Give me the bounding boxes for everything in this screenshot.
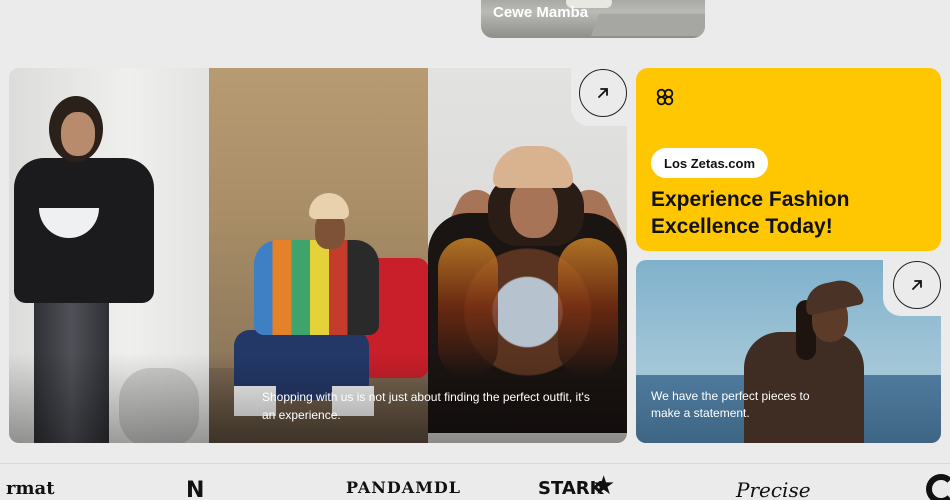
brand-logo-strip: rmat N PANDAMDL STARK ★ Precise — [0, 463, 950, 500]
face-shape — [510, 180, 558, 238]
clover-logo-icon — [656, 88, 674, 106]
turban-shape — [309, 193, 349, 219]
statement-open-button[interactable] — [893, 261, 941, 309]
jacket-shape — [254, 240, 379, 335]
brand-logo-rmat[interactable]: rmat — [6, 478, 55, 499]
collage-open-button[interactable] — [579, 69, 627, 117]
bucket-hat-shape — [493, 146, 573, 188]
brand-logo-pandamdl[interactable]: PANDAMDL — [346, 478, 461, 497]
statement-caption: We have the perfect pieces to make a sta… — [651, 389, 810, 420]
promo-headline: Experience Fashion Excellence Today! — [651, 188, 850, 238]
star-icon: ★ — [592, 470, 616, 500]
featured-card-top[interactable]: Cewe Mamba — [481, 0, 705, 38]
arrow-up-right-icon — [912, 280, 922, 290]
collage-card[interactable] — [9, 68, 627, 443]
brand-logo-partial-icon[interactable] — [926, 474, 950, 500]
arrow-up-right-icon — [598, 88, 608, 98]
cap-shape — [801, 276, 865, 316]
site-pill[interactable]: Los Zetas.com — [651, 148, 769, 178]
pavement-shape — [590, 14, 705, 36]
face-shape — [61, 112, 95, 156]
featured-card-label: Cewe Mamba — [493, 4, 589, 21]
promo-card[interactable]: Los Zetas.com Experience Fashion Excelle… — [636, 68, 941, 251]
brand-logo-n[interactable]: N — [186, 478, 204, 500]
brand-logo-precise[interactable]: Precise — [736, 478, 811, 500]
collage-caption: Shopping with us is not just about findi… — [262, 390, 590, 422]
